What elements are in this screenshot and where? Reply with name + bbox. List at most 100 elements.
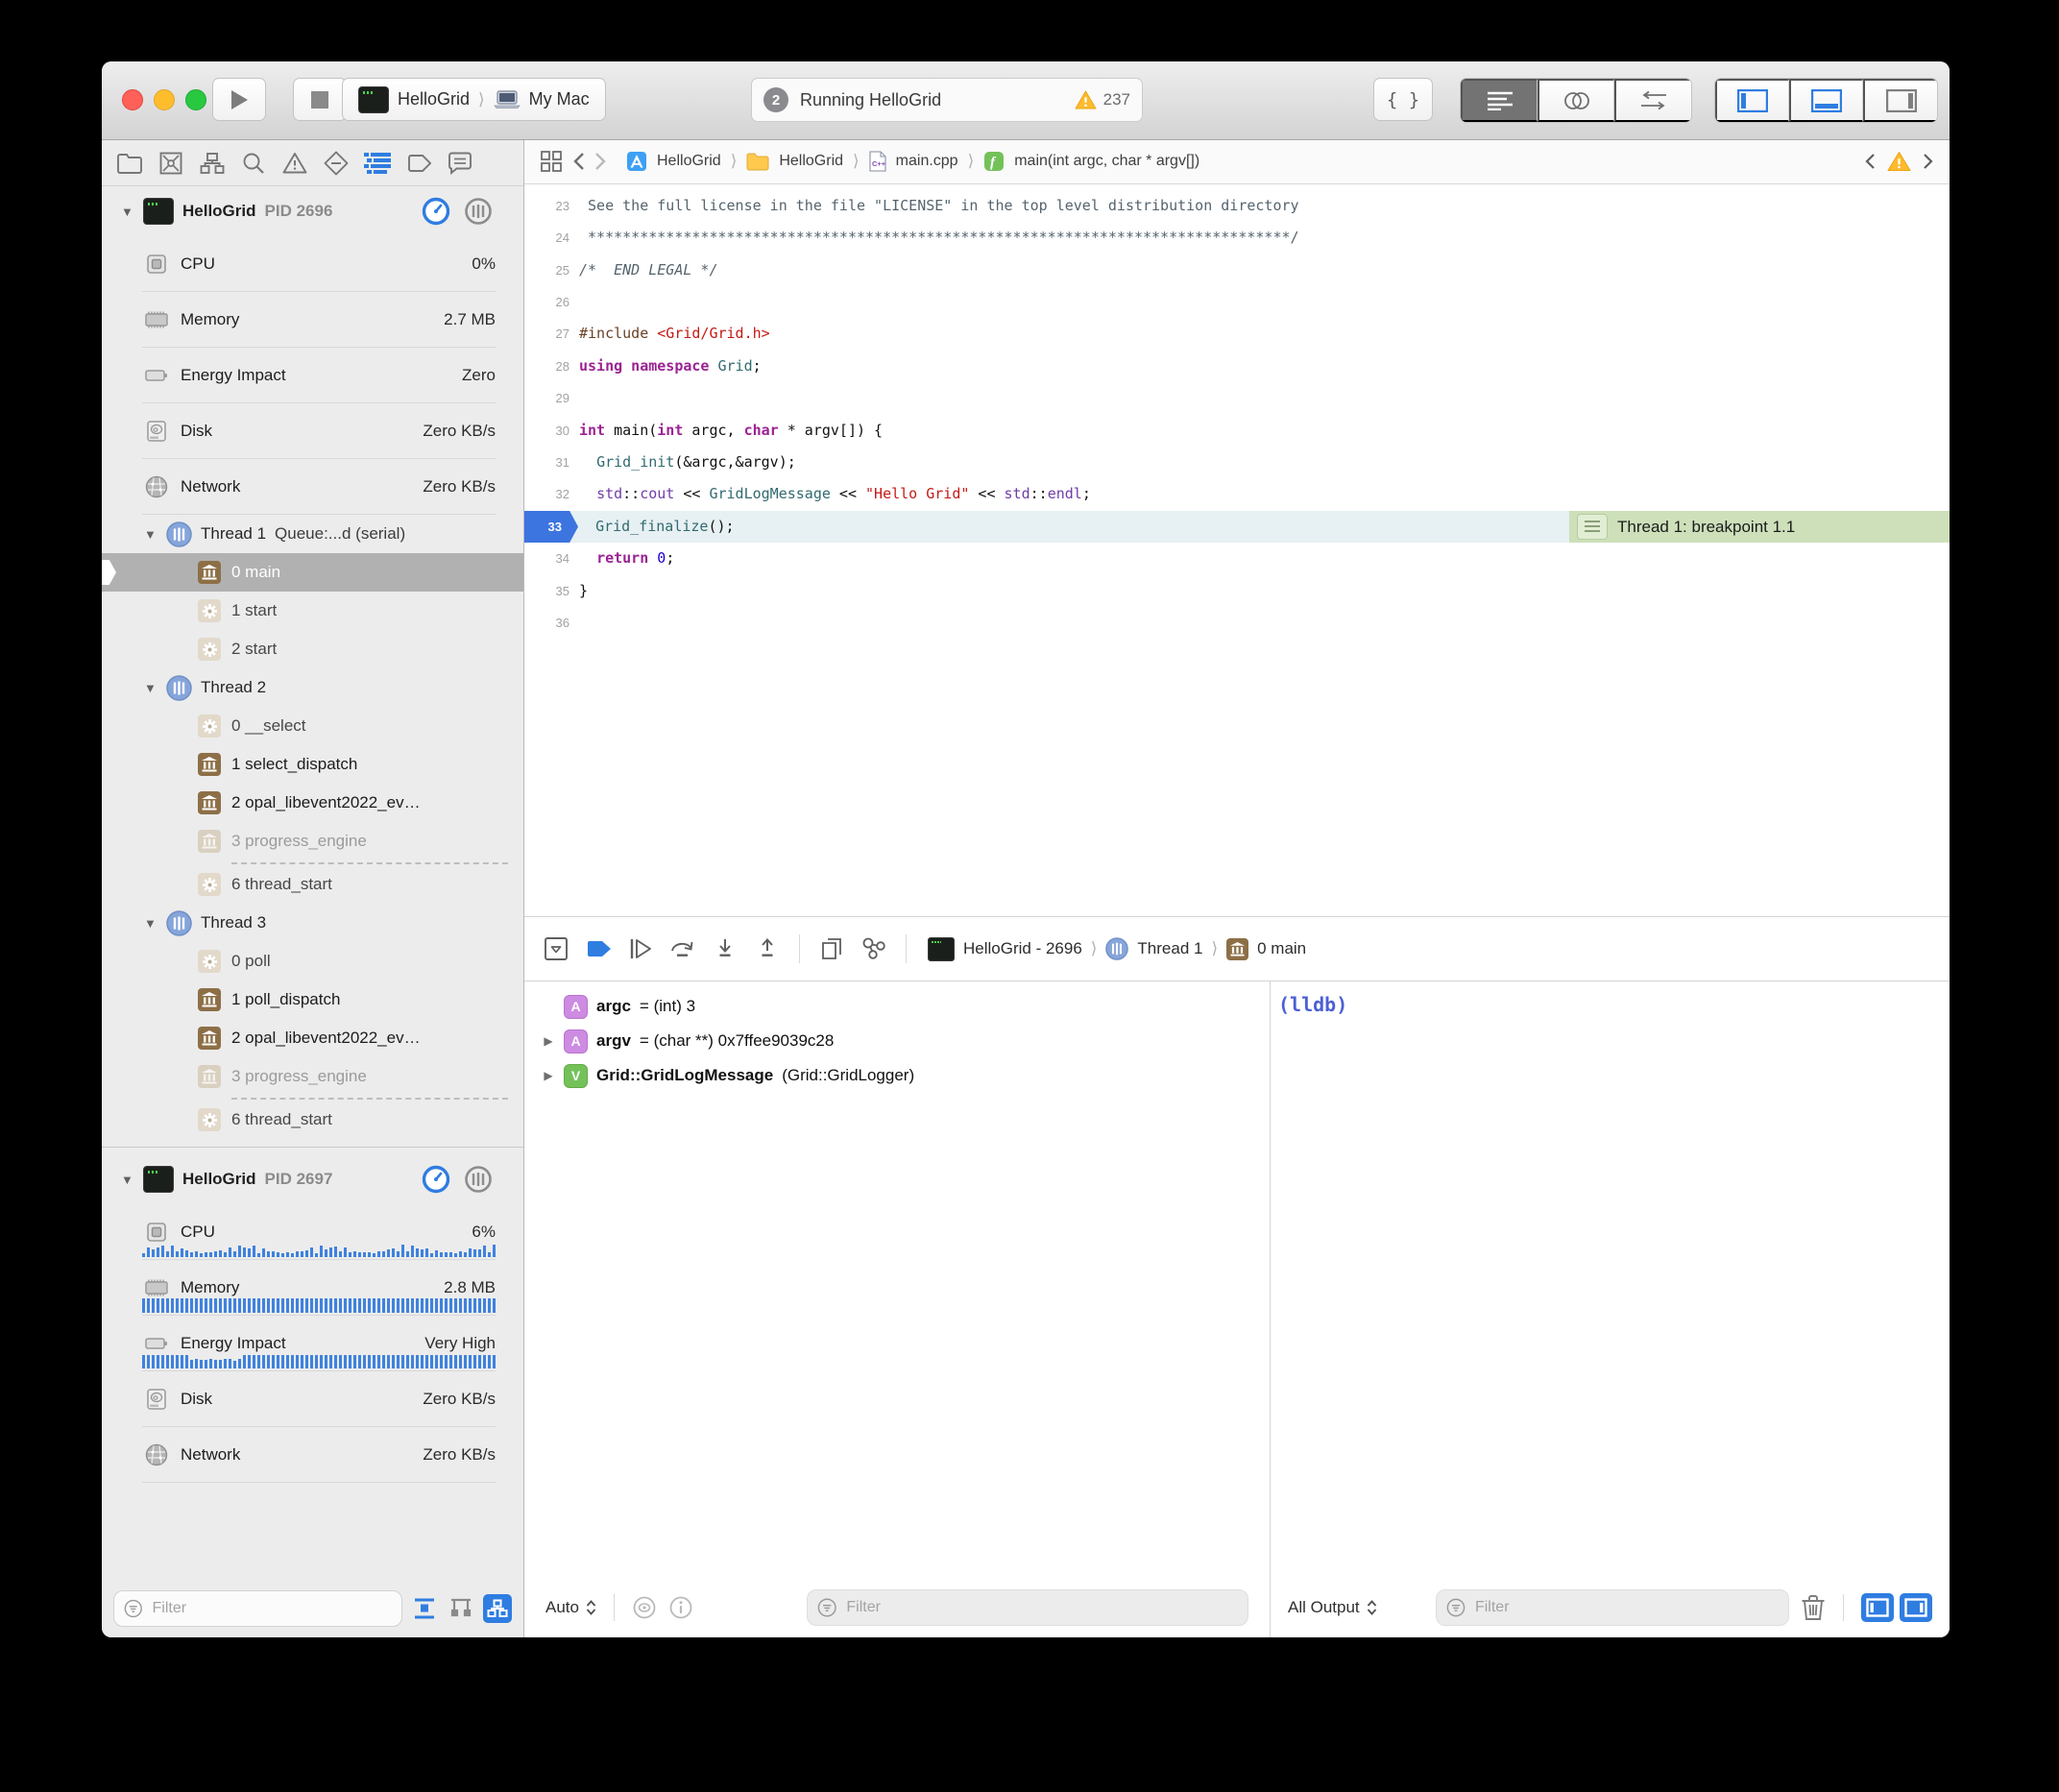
memory-graph-button[interactable] [856, 931, 892, 967]
step-into-button[interactable] [707, 931, 743, 967]
gauge-row[interactable]: Energy Impact Zero [102, 348, 523, 403]
filter-crashed-threads-button[interactable] [447, 1594, 475, 1623]
gauge-row[interactable]: CPU 0% [102, 236, 523, 292]
line-number[interactable]: 36 [524, 607, 579, 639]
standard-editor-button[interactable] [1461, 79, 1538, 122]
forward-button-icon[interactable] [594, 152, 607, 171]
code-text[interactable]: ****************************************… [579, 222, 1299, 254]
thread-columns-button-icon[interactable] [464, 197, 493, 226]
tab-report-navigator[interactable] [446, 149, 474, 178]
disclosure-triangle-icon[interactable]: ▼ [144, 681, 157, 695]
navigator-filter-field[interactable] [113, 1590, 402, 1627]
hide-debug-area-button[interactable] [538, 931, 574, 967]
tab-source-control-navigator[interactable] [157, 149, 185, 178]
line-number[interactable]: 24 [524, 222, 579, 254]
tab-issue-navigator[interactable] [280, 149, 309, 178]
disclosure-triangle-icon[interactable]: ▼ [144, 916, 157, 931]
line-number[interactable]: 23 [524, 190, 579, 222]
gauge-row[interactable]: Energy Impact Very High [102, 1316, 523, 1371]
console-view[interactable]: (lldb) [1271, 981, 1950, 1578]
stack-frame-row[interactable]: 2 opal_libevent2022_ev… [102, 1019, 523, 1057]
toggle-navigator-button[interactable] [1715, 79, 1789, 122]
breakpoints-toggle-button[interactable] [580, 931, 617, 967]
gauge-button-icon[interactable] [422, 197, 450, 226]
step-over-button[interactable] [665, 931, 701, 967]
toggle-variables-view-button[interactable] [1861, 1593, 1894, 1622]
line-number[interactable]: 27 [524, 318, 579, 350]
line-number[interactable]: 32 [524, 478, 579, 510]
stack-frame-row[interactable]: 0 main [102, 553, 523, 592]
assistant-editor-button[interactable] [1538, 79, 1614, 122]
thread-columns-button-icon[interactable] [464, 1165, 493, 1194]
gauge-row[interactable]: Memory 2.7 MB [102, 292, 523, 348]
debug-view-hierarchy-button[interactable] [813, 931, 850, 967]
process-row[interactable]: ▼ HelloGrid PID 2697 [102, 1154, 523, 1204]
line-number[interactable]: 29 [524, 382, 579, 414]
thread-row[interactable]: ▼ Thread 1 Queue:...d (serial) [102, 515, 523, 553]
line-number[interactable]: 28 [524, 351, 579, 382]
code-text[interactable]: using namespace Grid; [579, 351, 762, 382]
tab-debug-navigator[interactable] [363, 149, 392, 178]
code-text[interactable]: See the full license in the file "LICENS… [579, 190, 1299, 222]
minimize-window-button[interactable] [154, 89, 175, 110]
clear-console-button[interactable] [1801, 1594, 1826, 1621]
gauge-button-icon[interactable] [422, 1165, 450, 1194]
continue-button[interactable] [622, 931, 659, 967]
console-filter-field[interactable] [1436, 1589, 1789, 1626]
toggle-inspectors-button[interactable] [1863, 79, 1937, 122]
variables-filter-field[interactable] [807, 1589, 1248, 1626]
stack-frame-row[interactable]: 1 select_dispatch [102, 745, 523, 784]
stack-frame-row[interactable]: 3 progress_engine [102, 1057, 523, 1096]
source-editor[interactable]: 23 See the full license in the file "LIC… [524, 184, 1950, 917]
activity-view[interactable]: 2 Running HelloGrid 237 [751, 78, 1143, 122]
stack-frame-row[interactable]: 0 __select [102, 707, 523, 745]
debug-crumb-frame[interactable]: 0 main [1257, 939, 1306, 958]
code-text[interactable]: /* END LEGAL */ [579, 254, 718, 286]
variable-row[interactable]: A argc = (int) 3 [524, 989, 1270, 1024]
jumpbar-file[interactable]: main.cpp [896, 153, 958, 170]
thread-row[interactable]: ▼ Thread 2 [102, 668, 523, 707]
jumpbar-project[interactable]: HelloGrid [657, 153, 721, 170]
zoom-window-button[interactable] [185, 89, 206, 110]
code-text[interactable]: #include <Grid/Grid.h> [579, 318, 770, 350]
run-button[interactable] [212, 78, 266, 121]
code-text[interactable]: Grid_finalize(); [578, 511, 735, 543]
tab-breakpoint-navigator[interactable] [404, 149, 433, 178]
variables-filter-input[interactable] [844, 1598, 1238, 1617]
stack-frame-row[interactable]: 6 thread_start [102, 865, 523, 904]
disclosure-triangle-icon[interactable]: ▼ [121, 205, 134, 219]
line-number[interactable]: 35 [524, 575, 579, 607]
gauge-row[interactable]: Network Zero KB/s [102, 1427, 523, 1483]
process-row[interactable]: ▼ HelloGrid PID 2696 [102, 186, 523, 236]
disclosure-triangle-icon[interactable]: ▼ [144, 527, 157, 542]
tab-test-navigator[interactable] [322, 149, 351, 178]
line-number[interactable]: 26 [524, 286, 579, 318]
line-number[interactable]: 34 [524, 543, 579, 574]
disclosure-triangle-icon[interactable]: ▶ [542, 1069, 555, 1082]
version-editor-button[interactable] [1614, 79, 1691, 122]
gauge-row[interactable]: CPU 6% [102, 1204, 523, 1260]
filter-debug-symbols-button[interactable] [410, 1594, 439, 1623]
breakpoint-annotation[interactable]: Thread 1: breakpoint 1.1 [1569, 511, 1950, 543]
line-number[interactable]: 30 [524, 415, 579, 447]
stack-frame-row[interactable]: 6 thread_start [102, 1101, 523, 1139]
tab-project-navigator[interactable] [115, 149, 144, 178]
view-mode-button[interactable] [483, 1594, 512, 1623]
stack-frame-row[interactable]: 0 poll [102, 942, 523, 981]
next-issue-icon[interactable] [1923, 153, 1934, 170]
gauge-row[interactable]: Network Zero KB/s [102, 459, 523, 515]
code-text[interactable]: int main(int argc, char * argv[]) { [579, 415, 883, 447]
tab-find-navigator[interactable] [239, 149, 268, 178]
toggle-debug-area-button[interactable] [1789, 79, 1863, 122]
scheme-selector[interactable]: HelloGrid ⟩ My Mac [342, 78, 606, 121]
quicklook-button[interactable] [632, 1595, 657, 1620]
code-text[interactable]: Grid_init(&argc,&argv); [579, 447, 796, 478]
step-out-button[interactable] [749, 931, 786, 967]
warning-counter[interactable]: 237 [1075, 90, 1130, 109]
related-items-icon[interactable] [540, 150, 563, 173]
disclosure-triangle-icon[interactable]: ▼ [121, 1173, 134, 1187]
stack-frame-row[interactable]: 3 progress_engine [102, 822, 523, 860]
activity-count-badge[interactable]: 2 [763, 87, 788, 112]
gauge-row[interactable]: Memory 2.8 MB [102, 1260, 523, 1316]
jumpbar-symbol[interactable]: main(int argc, char * argv[]) [1014, 153, 1199, 170]
